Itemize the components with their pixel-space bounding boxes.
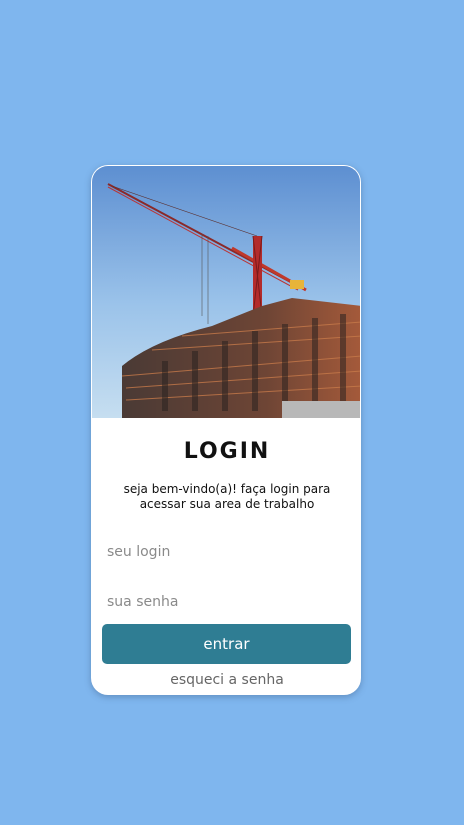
password-input[interactable] <box>102 587 352 617</box>
login-card: LOGIN seja bem-vindo(a)! faça login para… <box>91 165 361 695</box>
welcome-subtitle: seja bem-vindo(a)! faça login para acess… <box>123 482 331 511</box>
construction-crane-image <box>92 166 360 418</box>
login-input[interactable] <box>102 537 352 567</box>
page-title: LOGIN <box>183 439 271 464</box>
forgot-password-link[interactable]: esqueci a senha <box>92 672 360 688</box>
submit-button[interactable]: entrar <box>102 624 351 664</box>
